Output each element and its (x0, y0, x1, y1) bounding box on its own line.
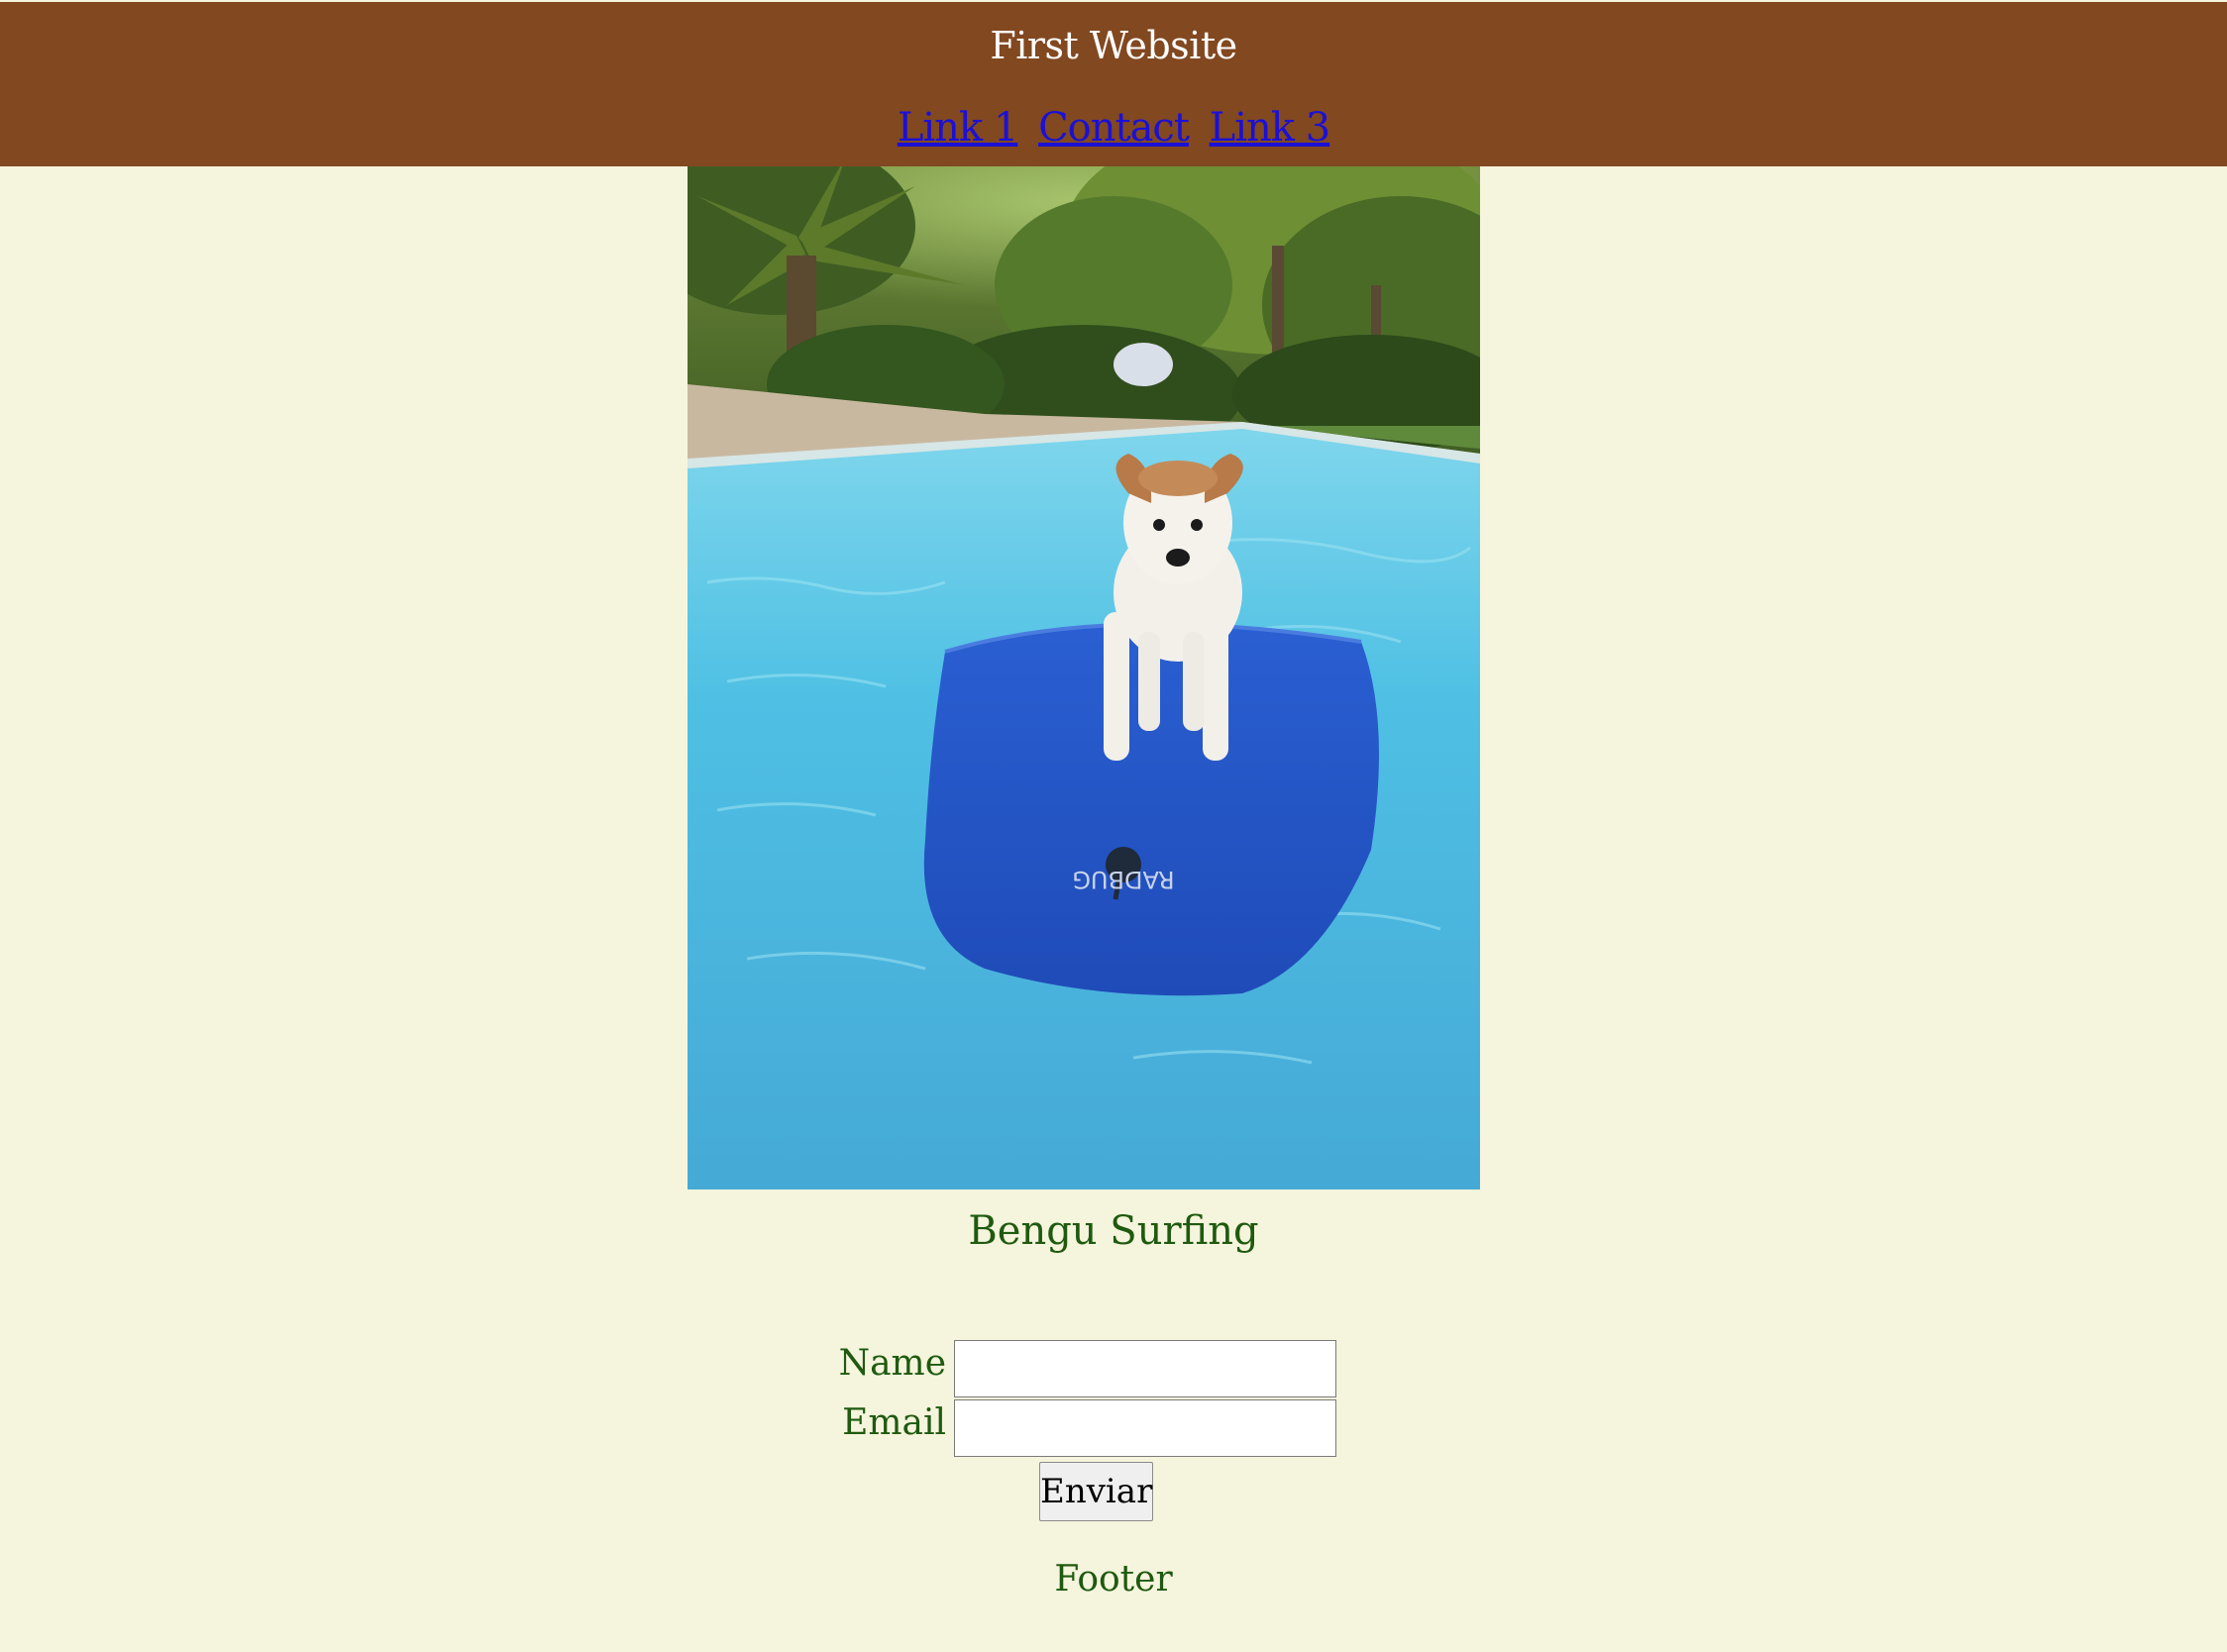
svg-text:RADBUG: RADBUG (1072, 866, 1174, 893)
nav-link-1[interactable]: Link 1 (898, 105, 1019, 151)
email-label: Email (842, 1402, 946, 1443)
name-label: Name (838, 1343, 946, 1384)
nav-bar: Link 1 Contact Link 3 (0, 105, 2227, 151)
page: First Website Link 1 Contact Link 3 RADB… (0, 0, 2227, 1652)
photo-caption: Bengu Surfing (968, 1208, 1259, 1254)
email-input[interactable] (954, 1399, 1336, 1457)
nav-link-contact[interactable]: Contact (1038, 105, 1190, 151)
site-title: First Website (990, 24, 1237, 67)
submit-button[interactable]: Enviar (1039, 1462, 1153, 1521)
site-header: First Website Link 1 Contact Link 3 (0, 2, 2227, 166)
nav-link-3[interactable]: Link 3 (1210, 105, 1331, 151)
name-input[interactable] (954, 1340, 1336, 1397)
dog-surfing-photo: RADBUG (688, 166, 1480, 1189)
page-footer: Footer (1054, 1559, 1173, 1600)
